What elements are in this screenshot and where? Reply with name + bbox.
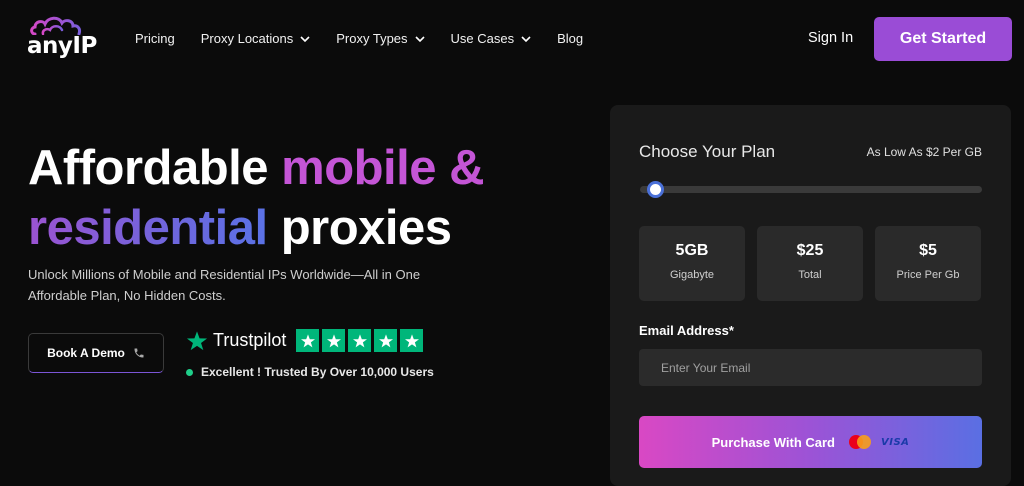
star-icon <box>322 329 346 352</box>
nav-item-label: Blog <box>557 31 584 46</box>
plan-card: Choose Your Plan As Low As $2 Per GB 5GB… <box>610 105 1011 486</box>
cloud-logo-icon <box>30 16 81 35</box>
trust-text: Excellent ! Trusted By Over 10,000 Users <box>201 365 434 379</box>
chevron-down-icon <box>300 35 310 42</box>
stat-label: Total <box>798 269 822 281</box>
trustpilot-rating-stars <box>296 329 424 352</box>
hero-title-word: proxies <box>280 201 452 255</box>
email-input[interactable] <box>639 349 982 386</box>
hero-title-word: Affordable <box>28 141 269 195</box>
hero-title: Affordable mobile & residential proxies <box>28 138 485 258</box>
status-dot-icon <box>186 368 193 376</box>
logo-text: anyIP <box>27 33 97 59</box>
trustpilot-star-icon <box>186 330 208 350</box>
phone-icon <box>134 348 144 358</box>
hero-title-highlight: mobile & <box>281 141 485 195</box>
nav-item-label: Use Cases <box>450 31 515 46</box>
star-icon <box>374 329 398 352</box>
stat-value: 5GB <box>675 242 709 259</box>
stat-label: Price Per Gb <box>896 269 960 281</box>
main-menu: Pricing Proxy Locations Proxy Types Use … <box>135 31 609 46</box>
trustpilot-widget[interactable]: Trustpilot <box>186 329 424 352</box>
plan-price-note: As Low As $2 Per GB <box>866 145 982 159</box>
hero-subtitle: Unlock Millions of Mobile and Residentia… <box>28 267 421 303</box>
stat-gigabyte: 5GB Gigabyte <box>639 226 745 301</box>
nav-item-label: Proxy Types <box>336 31 408 46</box>
book-demo-button[interactable]: Book A Demo <box>28 333 164 373</box>
slider-thumb[interactable] <box>646 181 664 198</box>
book-demo-label: Book A Demo <box>47 346 125 360</box>
hero-title-highlight: residential <box>28 201 268 255</box>
nav-item-label: Pricing <box>135 31 175 46</box>
plan-title: Choose Your Plan <box>639 142 776 161</box>
get-started-button[interactable]: Get Started <box>874 17 1012 61</box>
anyip-logo[interactable]: anyIP <box>27 15 97 61</box>
star-icon <box>400 329 424 352</box>
stat-label: Gigabyte <box>669 269 715 281</box>
nav-item-blog[interactable]: Blog <box>557 31 583 46</box>
visa-icon: VISA <box>881 436 910 448</box>
trustpilot-label: Trustpilot <box>213 330 287 350</box>
chevron-down-icon <box>414 35 425 42</box>
nav-item-proxy-locations[interactable]: Proxy Locations <box>201 31 311 46</box>
star-icon <box>296 329 320 352</box>
stat-total: $25 Total <box>757 226 863 301</box>
email-label: Email Address* <box>639 323 734 338</box>
trust-badge: Excellent ! Trusted By Over 10,000 Users <box>186 365 434 379</box>
nav-item-proxy-types[interactable]: Proxy Types <box>336 31 425 46</box>
stat-price-per-gb: $5 Price Per Gb <box>875 226 981 301</box>
plan-slider[interactable] <box>640 181 982 198</box>
nav-item-use-cases[interactable]: Use Cases <box>451 31 532 46</box>
top-navbar: anyIP Pricing Proxy Locations Proxy Type… <box>0 0 1024 78</box>
mastercard-icon <box>849 435 871 449</box>
chevron-down-icon <box>521 35 531 42</box>
sign-in-link[interactable]: Sign In <box>808 30 853 46</box>
stat-value: $25 <box>796 242 824 259</box>
nav-item-pricing[interactable]: Pricing <box>135 31 175 46</box>
star-icon <box>348 329 372 352</box>
stat-value: $5 <box>919 242 937 259</box>
purchase-with-card-button[interactable]: Purchase With Card VISA <box>639 416 982 468</box>
purchase-label: Purchase With Card <box>711 434 835 450</box>
nav-item-label: Proxy Locations <box>200 31 294 46</box>
